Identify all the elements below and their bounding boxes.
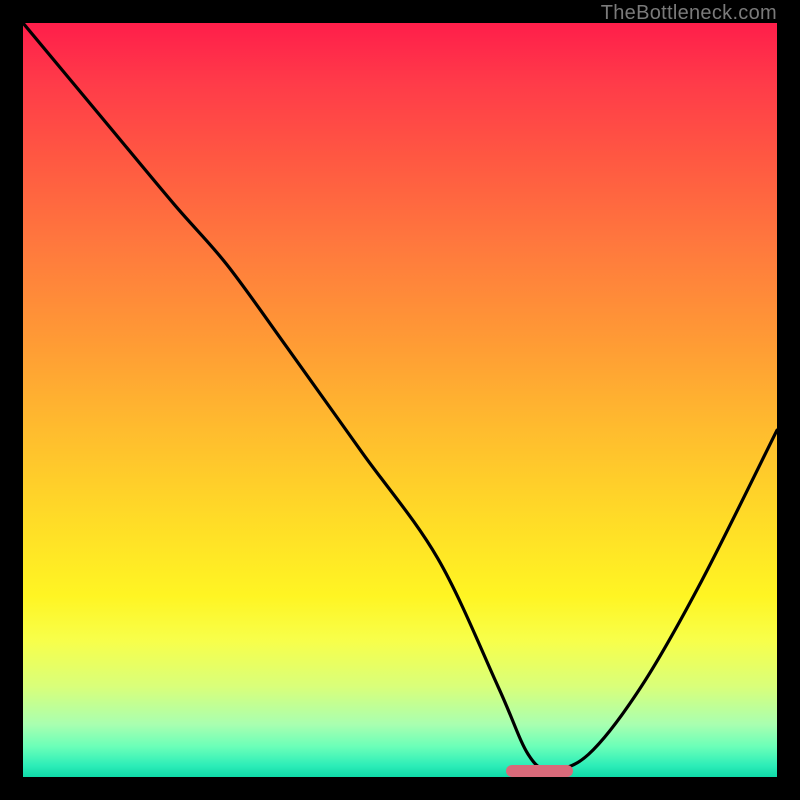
optimal-range-marker bbox=[506, 765, 574, 777]
plot-area bbox=[23, 23, 777, 777]
watermark-text: TheBottleneck.com bbox=[601, 2, 777, 25]
chart-container: TheBottleneck.com bbox=[0, 0, 800, 800]
bottleneck-curve bbox=[23, 23, 777, 777]
